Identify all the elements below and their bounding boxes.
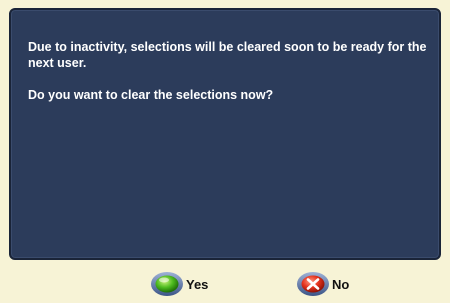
dialog-message: Due to inactivity, selections will be cl… bbox=[28, 39, 428, 103]
green-circle-icon bbox=[151, 272, 183, 296]
yes-button[interactable]: Yes bbox=[150, 270, 208, 298]
red-x-icon bbox=[297, 272, 329, 296]
no-button-label: No bbox=[332, 276, 350, 292]
inactivity-message: Due to inactivity, selections will be cl… bbox=[28, 40, 427, 70]
message-panel: Due to inactivity, selections will be cl… bbox=[9, 8, 441, 260]
dialog-window: Due to inactivity, selections will be cl… bbox=[0, 0, 450, 303]
clear-question: Do you want to clear the selections now? bbox=[28, 88, 274, 102]
no-button[interactable]: No bbox=[296, 270, 349, 298]
button-bar: Yes No bbox=[0, 262, 450, 303]
yes-button-label: Yes bbox=[186, 276, 209, 292]
